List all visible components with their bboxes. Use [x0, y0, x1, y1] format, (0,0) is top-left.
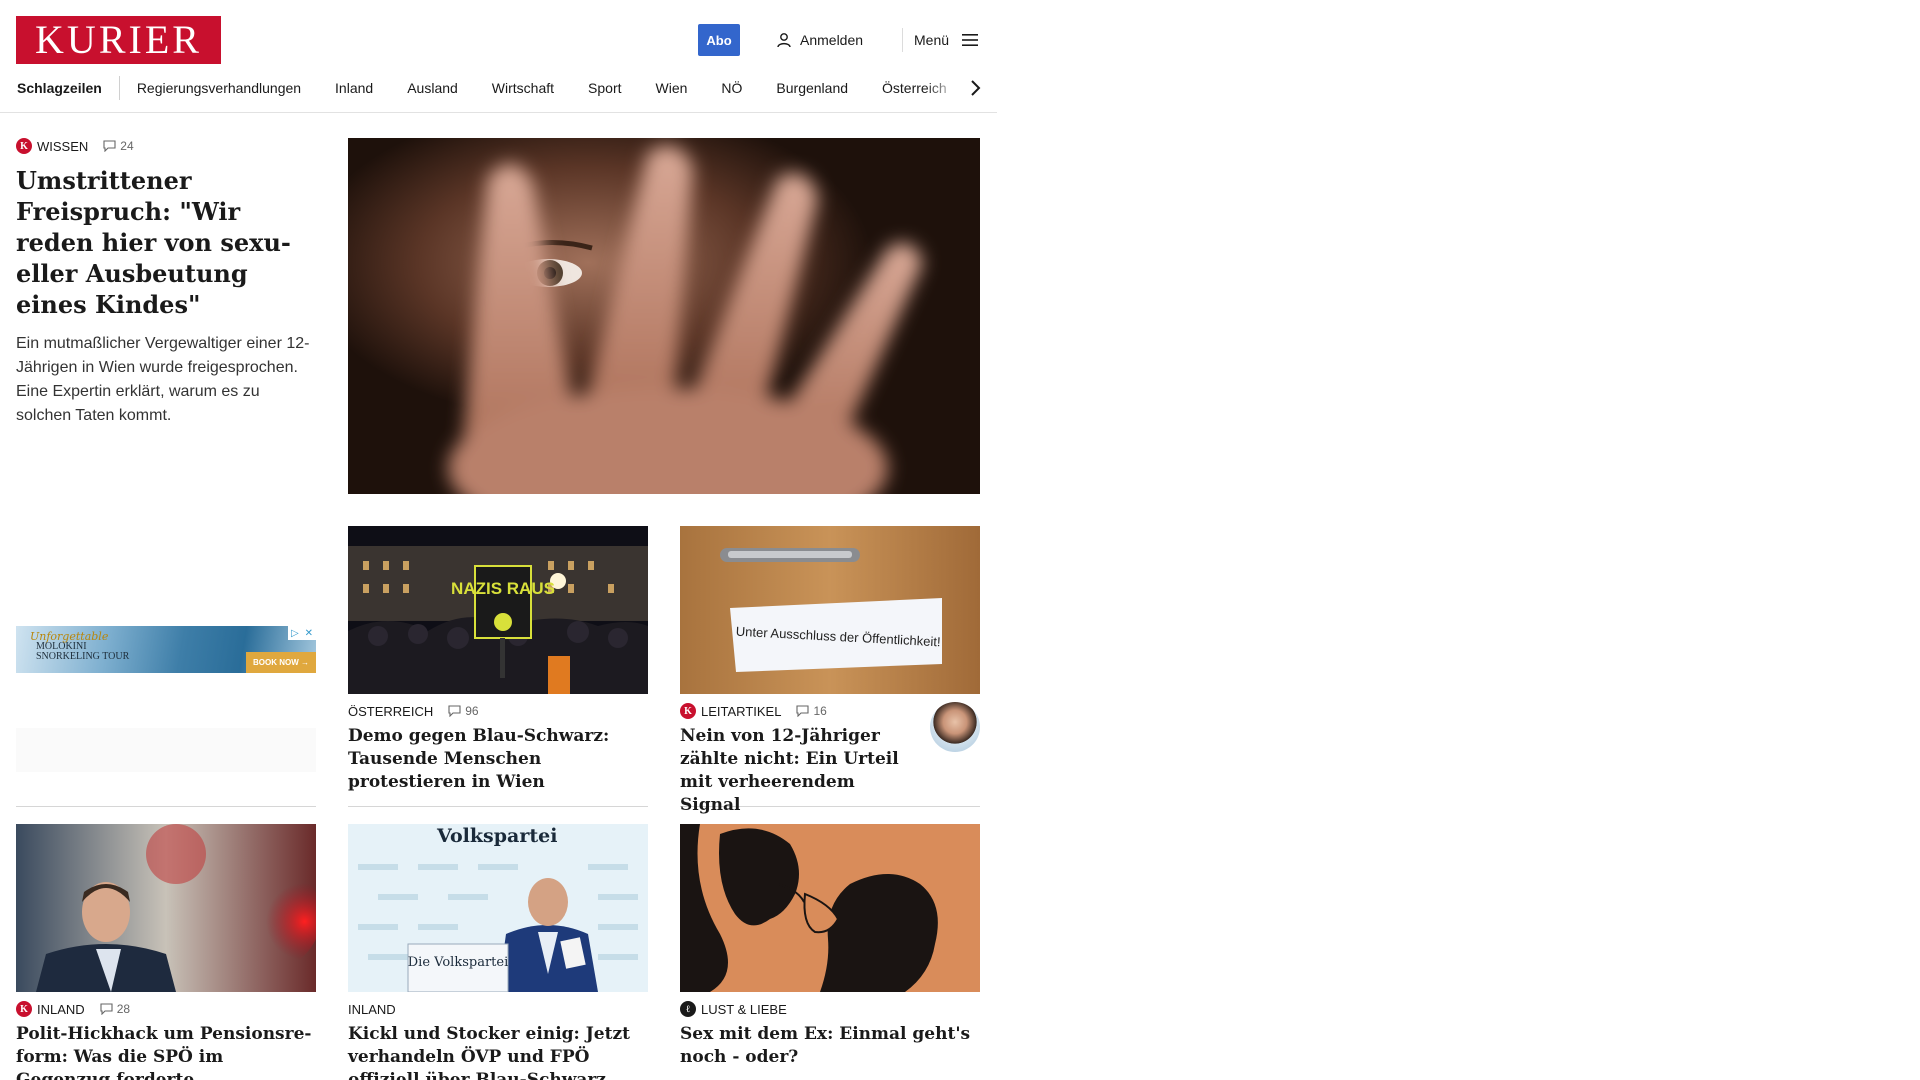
article-card-volkspartei[interactable]: Volkspartei Die Volkspartei INLAND Kickl… — [348, 824, 648, 1080]
ad-placeholder — [16, 728, 316, 772]
article-image[interactable]: NAZIS RAUS — [348, 526, 648, 694]
card-kicker: ℓ LUST & LIEBE — [680, 1001, 980, 1017]
lead-kicker: K WISSEN 24 — [16, 138, 316, 154]
lead-image[interactable] — [348, 138, 980, 494]
lead-category[interactable]: WISSEN — [37, 139, 88, 154]
kurier-logo[interactable]: KURIER — [16, 16, 221, 64]
card-category[interactable]: LEITARTIKEL — [701, 704, 781, 719]
lead-teaser: Ein mutmaßlicher Vergewaltiger einer 12-… — [16, 335, 310, 424]
card-kicker: K INLAND 28 — [16, 1001, 316, 1017]
backdrop-text: Volkspartei — [436, 825, 557, 847]
article-card-demo[interactable]: NAZIS RAUS ÖSTERREICH 96 Demo gegen Blau… — [348, 526, 648, 794]
card-category[interactable]: LUST & LIEBE — [701, 1002, 787, 1017]
ad-line-2: SNORKELING TOUR — [36, 651, 130, 662]
nav-item-sport[interactable]: Sport — [571, 76, 638, 100]
user-icon — [777, 33, 791, 48]
lead-comments[interactable]: 24 — [103, 139, 134, 153]
lead-title[interactable]: Umstrittener Freispruch: "Wir reden hier… — [16, 165, 316, 320]
login-button[interactable]: Anmelden — [776, 28, 863, 52]
lead-photo-illustration — [348, 138, 980, 494]
demo-sign-text: NAZIS RAUS — [451, 579, 555, 598]
nav-item-ausland[interactable]: Ausland — [390, 76, 475, 100]
ad-banner[interactable]: Unforgettable MOLOKINI SNORKELING TOUR B… — [16, 626, 316, 673]
kurier-plus-icon: K — [680, 703, 696, 719]
article-card-leitartikel[interactable]: Unter Ausschluss der Öffentlichkeit! K L… — [680, 526, 980, 817]
chevron-right-icon[interactable] — [965, 78, 985, 98]
comment-icon — [100, 1003, 113, 1015]
ad-choices-close[interactable]: ▷ ✕ — [288, 626, 316, 640]
politician-photo — [16, 824, 316, 992]
header-divider — [902, 28, 903, 52]
card-comments[interactable]: 96 — [448, 704, 479, 718]
card-comment-count: 96 — [465, 704, 479, 718]
nav-item-inland[interactable]: Inland — [318, 76, 390, 100]
card-title[interactable]: Polit-Hickhack um Pensionsre­form: Was d… — [16, 1023, 316, 1080]
court-door-photo: Unter Ausschluss der Öffentlichkeit! — [680, 526, 980, 694]
kurier-plus-icon: K — [16, 138, 32, 154]
article-image[interactable] — [680, 824, 980, 992]
divider — [16, 806, 316, 807]
nav-item-burgenland[interactable]: Burgenland — [759, 76, 865, 100]
card-kicker: ÖSTERREICH 96 — [348, 703, 648, 719]
nav-item-wirtschaft[interactable]: Wirtschaft — [475, 76, 571, 100]
couple-illustration — [680, 824, 980, 992]
card-category[interactable]: INLAND — [37, 1002, 85, 1017]
demo-photo: NAZIS RAUS — [348, 526, 648, 694]
card-comment-count: 28 — [116, 1002, 131, 1016]
lust-liebe-icon: ℓ — [680, 1001, 696, 1017]
press-conference-photo: Volkspartei Die Volkspartei — [348, 824, 648, 992]
comment-icon — [103, 140, 116, 152]
section-nav: Schlagzeilen Regierungsverhandlungen Inl… — [0, 76, 990, 100]
article-image[interactable] — [16, 824, 316, 992]
article-card-lust-liebe[interactable]: ℓ LUST & LIEBE Sex mit dem Ex: Einmal ge… — [680, 824, 980, 1069]
card-title[interactable]: Nein von 12-Jähriger zählte nicht: Ein U… — [680, 725, 915, 817]
article-image[interactable]: Volkspartei Die Volkspartei — [348, 824, 648, 992]
lead-article[interactable]: K WISSEN 24 Umstrittener Freispruch: "Wi… — [16, 138, 316, 428]
card-title[interactable]: Kickl und Stocker einig: Jetzt ver­hande… — [348, 1023, 648, 1080]
ad-headline: MOLOKINI SNORKELING TOUR — [36, 642, 129, 662]
card-comments[interactable]: 16 — [796, 704, 827, 718]
nav-item-regierungsverhandlungen[interactable]: Regierungsverhandlungen — [120, 76, 318, 100]
kurier-plus-icon: K — [16, 1001, 32, 1017]
nav-item-noe[interactable]: NÖ — [704, 76, 759, 100]
nav-item-wien[interactable]: Wien — [639, 76, 705, 100]
login-label: Anmelden — [800, 32, 864, 48]
card-comment-count: 16 — [813, 704, 827, 718]
menu-label: Menü — [914, 32, 950, 48]
ad-choices-icon[interactable]: ▷ — [291, 628, 299, 639]
card-title[interactable]: Demo gegen Blau-Schwarz: Tau­sende Mensc… — [348, 725, 648, 794]
comment-icon — [796, 705, 809, 717]
podium-text: Die Volkspartei — [408, 955, 509, 970]
comment-icon — [448, 705, 461, 717]
nav-item-schlagzeilen[interactable]: Schlagzeilen — [0, 76, 120, 100]
card-title[interactable]: Sex mit dem Ex: Einmal geht's noch - ode… — [680, 1023, 980, 1069]
ad-book-now-button[interactable]: BOOK NOW → — [246, 652, 316, 673]
article-card-pension[interactable]: K INLAND 28 Polit-Hickhack um Pensionsre… — [16, 824, 316, 1080]
site-header: KURIER Abo Anmelden Menü Schlagzeilen Re… — [0, 0, 997, 113]
lead-comment-count: 24 — [120, 139, 134, 153]
hamburger-icon — [962, 34, 979, 46]
card-kicker: INLAND — [348, 1001, 648, 1017]
card-category[interactable]: ÖSTERREICH — [348, 704, 433, 719]
article-image[interactable]: Unter Ausschluss der Öffentlichkeit! — [680, 526, 980, 694]
card-category[interactable]: INLAND — [348, 1002, 396, 1017]
divider — [348, 806, 648, 807]
abo-button[interactable]: Abo — [698, 24, 740, 56]
author-avatar[interactable] — [930, 702, 980, 752]
close-icon[interactable]: ✕ — [305, 628, 313, 639]
menu-button[interactable]: Menü — [914, 28, 979, 52]
card-comments[interactable]: 28 — [100, 1002, 130, 1016]
